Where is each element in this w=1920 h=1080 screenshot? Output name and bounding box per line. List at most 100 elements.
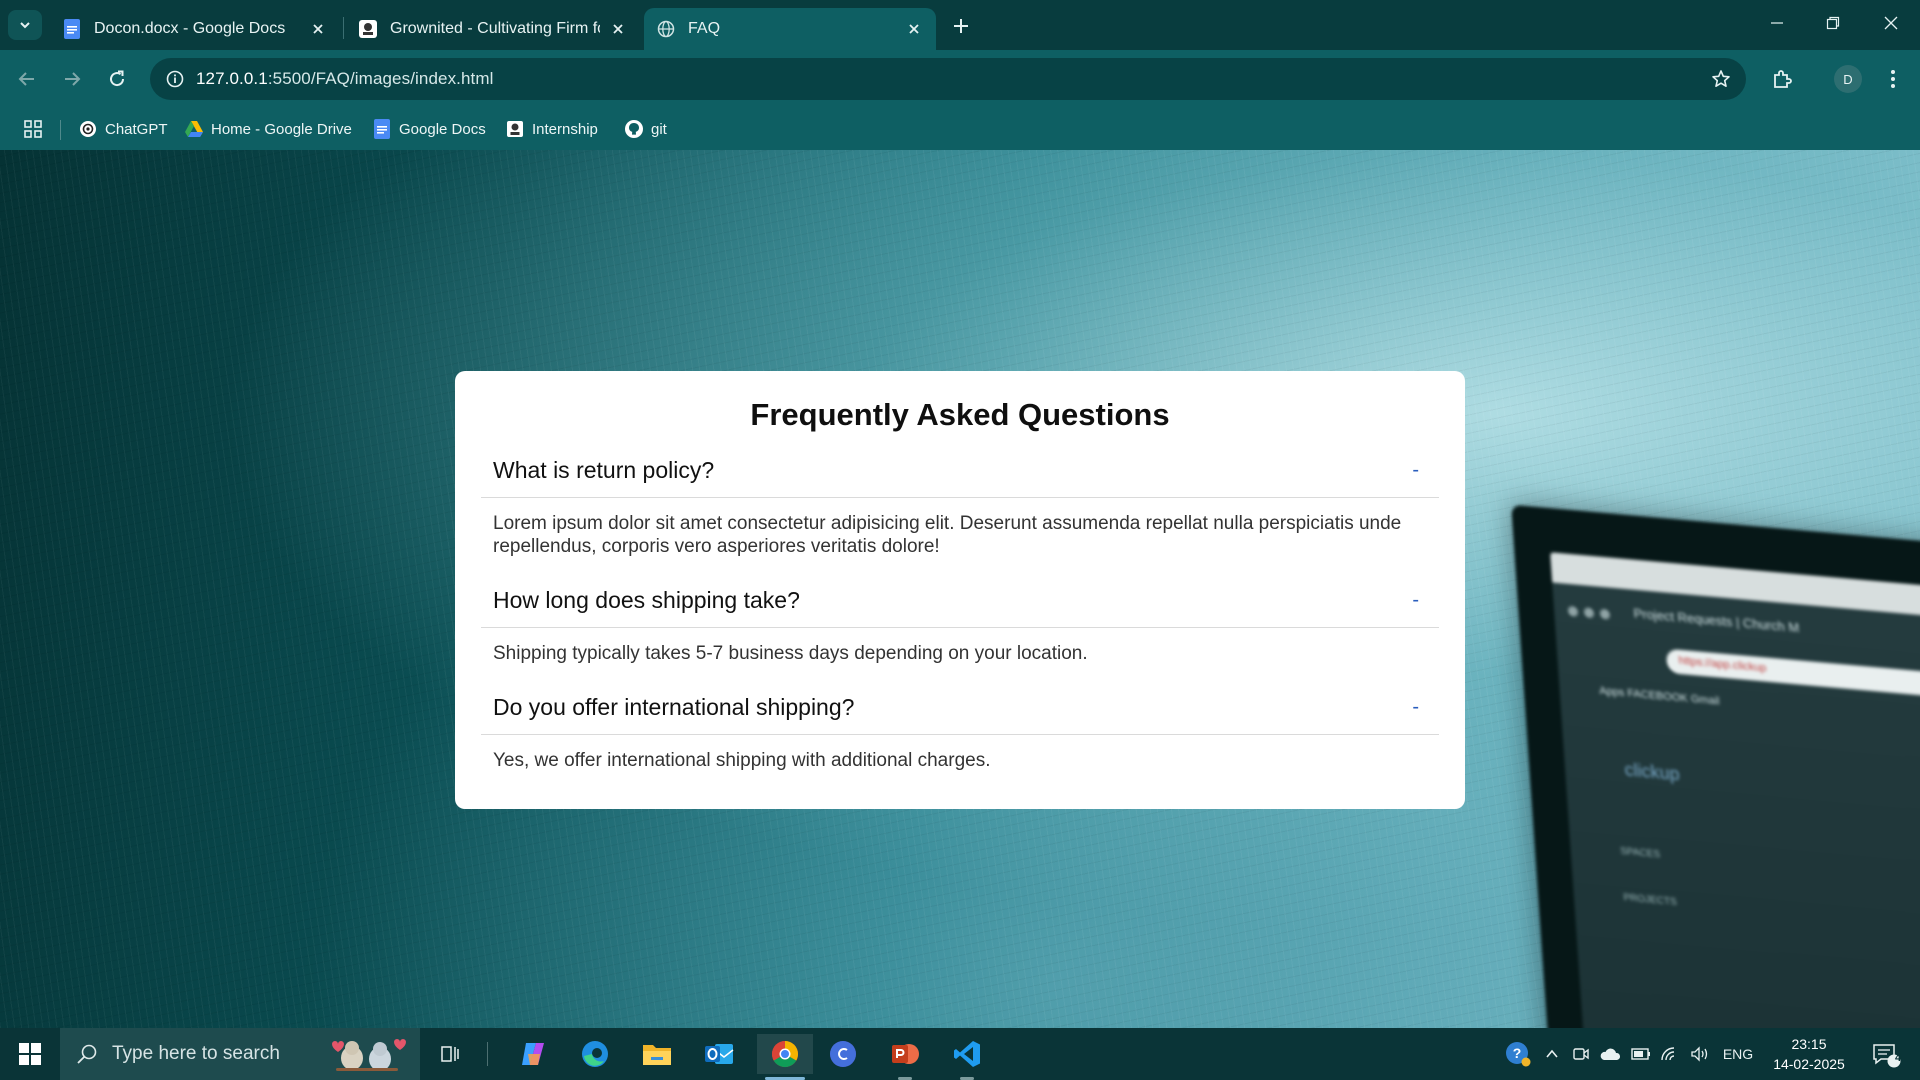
laptop-tab-text: Project Requests | Church M: [1633, 605, 1800, 636]
address-bar[interactable]: 127.0.0.1:5500/FAQ/images/index.html: [150, 58, 1746, 100]
bookmark-separator: [60, 120, 61, 140]
faq-question-row[interactable]: Do you offer international shipping? -: [481, 680, 1439, 735]
arrow-right-icon: [65, 72, 81, 86]
tab-title: Docon.docx - Google Docs: [94, 20, 286, 37]
meet-now-tray-icon[interactable]: [1568, 1028, 1594, 1080]
laptop-logo-text: clickup: [1623, 759, 1681, 785]
clock-time: 23:15: [1791, 1036, 1827, 1052]
bookmark-git[interactable]: git: [624, 116, 667, 142]
profile-avatar[interactable]: D: [1834, 65, 1862, 93]
help-tray-icon[interactable]: ?: [1500, 1028, 1536, 1080]
laptop-url-text: https://app.clickup: [1665, 648, 1920, 700]
copilot-app[interactable]: [509, 1034, 557, 1074]
tab-faq[interactable]: FAQ: [644, 8, 936, 50]
close-icon[interactable]: [608, 19, 628, 39]
taskbar-separator: [487, 1042, 488, 1066]
background-laptop-image: Project Requests | Church M https://app.…: [1511, 504, 1920, 1028]
close-icon: [1884, 16, 1898, 30]
search-icon: [77, 1044, 97, 1064]
reload-button[interactable]: [100, 62, 134, 96]
canva-app[interactable]: [819, 1034, 867, 1074]
faq-question: How long does shipping take?: [493, 587, 800, 613]
bookmark-star-button[interactable]: [1708, 66, 1734, 92]
globe-icon: [656, 19, 676, 39]
faq-item: How long does shipping take? - Shipping …: [481, 573, 1439, 680]
close-icon[interactable]: [308, 19, 328, 39]
internship-site-icon: [505, 119, 525, 139]
tab-title: FAQ: [688, 20, 721, 37]
faq-answer: Yes, we offer international shipping wit…: [493, 750, 991, 771]
bookmark-chatgpt[interactable]: ChatGPT: [78, 116, 168, 142]
svg-text:?: ?: [1513, 1045, 1522, 1061]
chrome-app[interactable]: [757, 1034, 813, 1080]
vscode-icon: [954, 1041, 980, 1067]
info-icon: [166, 70, 184, 88]
bookmark-google-drive[interactable]: Home - Google Drive: [184, 116, 352, 142]
start-button[interactable]: [0, 1028, 60, 1080]
browser-menu-button[interactable]: [1880, 62, 1906, 96]
tab-google-docs[interactable]: Docon.docx - Google Docs: [50, 8, 340, 50]
tab-separator: [343, 17, 344, 39]
notification-count: 4: [1894, 1052, 1902, 1064]
vscode-app[interactable]: [943, 1034, 991, 1080]
network-tray-icon[interactable]: [1656, 1028, 1684, 1080]
google-docs-icon: [372, 119, 392, 139]
close-window-button[interactable]: [1866, 0, 1916, 46]
faq-toggle-icon[interactable]: -: [1412, 696, 1427, 719]
new-tab-button[interactable]: [946, 12, 976, 40]
language-indicator[interactable]: ENG: [1718, 1028, 1758, 1080]
restore-button[interactable]: [1808, 0, 1858, 46]
tab-strip: Docon.docx - Google Docs Grownited - Cul…: [0, 0, 1920, 50]
outlook-app[interactable]: [695, 1034, 743, 1074]
plus-icon: [954, 19, 968, 33]
bookmark-label: Internship: [532, 120, 598, 138]
extensions-button[interactable]: [1765, 62, 1799, 96]
google-drive-icon: [184, 119, 204, 139]
volume-tray-icon[interactable]: [1686, 1028, 1714, 1080]
tab-title: Grownited - Cultivating Firm for: [390, 20, 600, 37]
laptop-sidebar-item: PROJECTS: [1623, 892, 1678, 909]
minimize-button[interactable]: [1752, 0, 1802, 46]
chevron-down-icon: [20, 22, 30, 29]
site-info-button[interactable]: [160, 64, 190, 94]
forward-button[interactable]: [55, 62, 89, 96]
faq-question-row[interactable]: How long does shipping take? -: [481, 573, 1439, 628]
apps-button[interactable]: [20, 116, 46, 142]
taskbar-search-box[interactable]: Type here to search: [60, 1028, 420, 1080]
page-viewport: Project Requests | Church M https://app.…: [0, 150, 1920, 1028]
back-button[interactable]: [10, 62, 44, 96]
bookmark-label: ChatGPT: [105, 120, 168, 138]
bookmark-label: Home - Google Drive: [211, 120, 352, 138]
restore-icon: [1826, 16, 1840, 30]
powerpoint-app[interactable]: [881, 1034, 929, 1080]
tab-search-button[interactable]: [8, 10, 42, 40]
url-text[interactable]: 127.0.0.1:5500/FAQ/images/index.html: [196, 69, 494, 89]
faq-question-row[interactable]: What is return policy? -: [481, 443, 1439, 498]
edge-app[interactable]: [571, 1034, 619, 1074]
bookmark-label: Google Docs: [399, 120, 486, 138]
cloud-icon: [1600, 1048, 1621, 1060]
bookmark-google-docs[interactable]: Google Docs: [372, 116, 486, 142]
faq-toggle-icon[interactable]: -: [1412, 459, 1427, 482]
help-icon: ?: [1506, 1042, 1531, 1067]
search-highlight-birds-icon: [332, 1039, 406, 1071]
bookmarks-bar: ChatGPT Home - Google Drive Google Docs …: [0, 108, 1920, 150]
taskbar-clock[interactable]: 23:15 14-02-2025: [1766, 1034, 1852, 1074]
task-view-button[interactable]: [426, 1034, 474, 1074]
faq-toggle-icon[interactable]: -: [1412, 589, 1427, 612]
show-hidden-icons-button[interactable]: [1538, 1028, 1566, 1080]
google-docs-icon: [62, 19, 82, 39]
powerpoint-icon: [892, 1044, 919, 1064]
notification-center-button[interactable]: 4: [1866, 1038, 1906, 1072]
reload-icon: [110, 70, 125, 87]
bookmark-internship[interactable]: Internship: [505, 116, 598, 142]
onedrive-tray-icon[interactable]: [1596, 1028, 1624, 1080]
close-icon[interactable]: [904, 19, 924, 39]
tab-grownited[interactable]: Grownited - Cultivating Firm for: [346, 8, 640, 50]
faq-question: What is return policy?: [493, 457, 715, 483]
file-explorer-app[interactable]: [633, 1034, 681, 1074]
browser-toolbar: 127.0.0.1:5500/FAQ/images/index.html D: [0, 50, 1920, 108]
folder-icon: [643, 1045, 671, 1065]
battery-tray-icon[interactable]: [1626, 1028, 1654, 1080]
laptop-sidebar: SPACES PROJECTS: [1619, 829, 1679, 926]
